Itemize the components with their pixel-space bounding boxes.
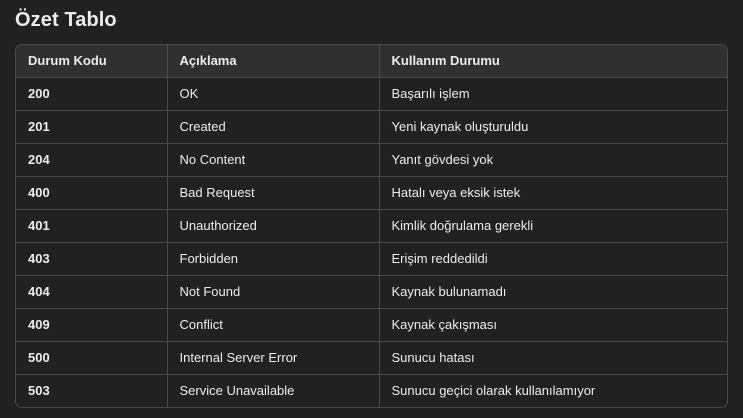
table-row: 201 Created Yeni kaynak oluşturuldu bbox=[16, 110, 727, 144]
cell-status-code: 401 bbox=[16, 209, 168, 243]
page: Özet Tablo Durum Kodu Açıklama Kullanım … bbox=[0, 0, 743, 418]
table-row: 409 Conflict Kaynak çakışması bbox=[16, 308, 727, 342]
table-header: Durum Kodu Açıklama Kullanım Durumu bbox=[16, 45, 727, 78]
cell-usage: Yeni kaynak oluşturuldu bbox=[379, 110, 727, 144]
cell-usage: Başarılı işlem bbox=[379, 77, 727, 111]
cell-status-code: 404 bbox=[16, 275, 168, 309]
header-status-code: Durum Kodu bbox=[16, 45, 168, 78]
cell-usage: Kaynak çakışması bbox=[379, 308, 727, 342]
section-title: Özet Tablo bbox=[15, 9, 117, 31]
table-row: 204 No Content Yanıt gövdesi yok bbox=[16, 143, 727, 177]
table-row: 200 OK Başarılı işlem bbox=[16, 77, 727, 111]
cell-description: Bad Request bbox=[167, 176, 380, 210]
cell-description: Service Unavailable bbox=[167, 374, 380, 407]
cell-usage: Hatalı veya eksik istek bbox=[379, 176, 727, 210]
table-row: 500 Internal Server Error Sunucu hatası bbox=[16, 341, 727, 375]
table-header-row: Durum Kodu Açıklama Kullanım Durumu bbox=[16, 45, 727, 78]
cell-status-code: 503 bbox=[16, 374, 168, 407]
status-code-table-container: Durum Kodu Açıklama Kullanım Durumu 200 … bbox=[15, 44, 728, 408]
table-row: 503 Service Unavailable Sunucu geçici ol… bbox=[16, 374, 727, 407]
cell-status-code: 400 bbox=[16, 176, 168, 210]
cell-description: Unauthorized bbox=[167, 209, 380, 243]
cell-usage: Sunucu geçici olarak kullanılamıyor bbox=[391, 383, 596, 399]
table-row: 404 Not Found Kaynak bulunamadı bbox=[16, 275, 727, 309]
cell-status-code: 500 bbox=[16, 341, 168, 375]
header-usage: Kullanım Durumu bbox=[379, 45, 727, 78]
table-row: 403 Forbidden Erişim reddedildi bbox=[16, 242, 727, 276]
table-body: 200 OK Başarılı işlem 201 Created Yeni k… bbox=[16, 77, 727, 407]
cell-status-code: 201 bbox=[16, 110, 168, 144]
cell-description: Conflict bbox=[167, 308, 380, 342]
cell-description: Not Found bbox=[167, 275, 380, 309]
cell-usage: Kaynak bulunamadı bbox=[379, 275, 727, 309]
cell-usage: Yanıt gövdesi yok bbox=[379, 143, 727, 177]
header-description: Açıklama bbox=[167, 45, 380, 78]
cell-status-code: 409 bbox=[16, 308, 168, 342]
table-row: 401 Unauthorized Kimlik doğrulama gerekl… bbox=[16, 209, 727, 243]
cell-description: Forbidden bbox=[167, 242, 380, 276]
cell-description: Internal Server Error bbox=[167, 341, 380, 375]
cell-usage: Kimlik doğrulama gerekli bbox=[379, 209, 727, 243]
cell-description: Created bbox=[167, 110, 380, 144]
cell-status-code: 204 bbox=[16, 143, 168, 177]
status-code-table: Durum Kodu Açıklama Kullanım Durumu 200 … bbox=[16, 45, 727, 407]
cell-description: OK bbox=[167, 77, 380, 111]
cell-status-code: 403 bbox=[16, 242, 168, 276]
table-row: 400 Bad Request Hatalı veya eksik istek bbox=[16, 176, 727, 210]
cell-usage: Sunucu hatası bbox=[379, 341, 727, 375]
cell-status-code: 200 bbox=[16, 77, 168, 111]
cell-usage: Erişim reddedildi bbox=[379, 242, 727, 276]
cell-description: No Content bbox=[167, 143, 380, 177]
